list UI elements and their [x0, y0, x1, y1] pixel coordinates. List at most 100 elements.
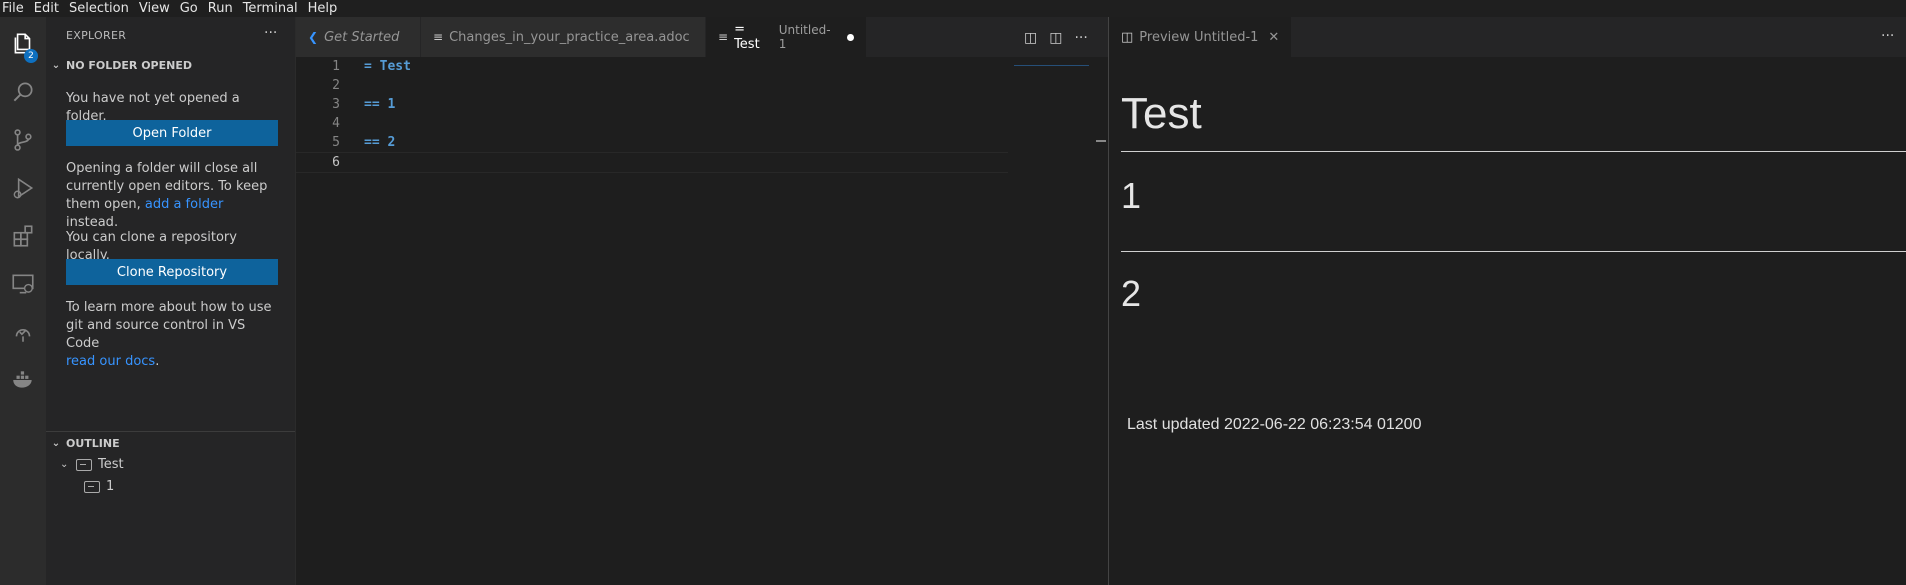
preview-title: Test	[1121, 89, 1202, 138]
preview-section-1: 1	[1121, 175, 1142, 216]
docs-line: To learn more about how to use	[66, 300, 272, 315]
extensions-activity[interactable]	[0, 213, 46, 259]
open-folder-button[interactable]: Open Folder	[66, 120, 278, 146]
remote-explorer-icon	[12, 274, 34, 294]
tab-description: Untitled-1	[778, 23, 831, 51]
overview-ruler-mark	[1096, 140, 1106, 142]
line-number: 6	[332, 155, 340, 170]
code-editor[interactable]: 1 = Test 2 3 == 1 4 5 == 2 6	[296, 57, 1108, 585]
outline-item-1[interactable]: 1	[84, 479, 114, 494]
title-rule	[1121, 151, 1906, 152]
line-number: 5	[332, 135, 340, 150]
remote-explorer-activity[interactable]	[0, 261, 46, 307]
close-icon[interactable]: ✕	[1268, 30, 1279, 45]
line-text: == 2	[364, 135, 396, 150]
search-icon	[13, 82, 33, 102]
more-actions-icon[interactable]: ···	[264, 25, 277, 41]
docker-activity[interactable]	[0, 357, 46, 403]
menu-run[interactable]: Run	[203, 0, 238, 17]
tab-label: Changes_in_your_practice_area.adoc	[449, 29, 690, 45]
menu-bar: File Edit Selection View Go Run Terminal…	[0, 0, 1906, 17]
menu-edit[interactable]: Edit	[29, 0, 64, 17]
menu-selection[interactable]: Selection	[64, 0, 134, 17]
line-number: 2	[332, 78, 340, 93]
outline-item-test[interactable]: ⌄ Test	[60, 457, 124, 472]
preview-tab-bar: ◫ Preview Untitled-1 ✕	[1109, 17, 1906, 57]
last-updated-footer: Last updated 2022-06-22 06:23:54 01200	[1127, 416, 1422, 433]
menu-help[interactable]: Help	[303, 0, 343, 17]
line-number: 3	[332, 97, 340, 112]
more-actions-icon[interactable]: ···	[1074, 30, 1087, 46]
warning-line: currently open editors. To keep	[66, 179, 268, 194]
run-debug-activity[interactable]	[0, 165, 46, 211]
code-line: 1 = Test	[296, 57, 1008, 76]
tab-label: Get Started	[324, 29, 400, 45]
tab-get-started[interactable]: ❮ Get Started	[296, 17, 421, 57]
file-lines-icon: ≡	[718, 30, 729, 44]
source-control-icon	[14, 129, 32, 151]
preview-icon: ◫	[1121, 29, 1134, 45]
open-folder-warning: Opening a folder will close all currentl…	[66, 160, 278, 232]
outline-item-label: Test	[98, 457, 124, 472]
outline-item-label: 1	[106, 479, 115, 494]
heading-symbol-icon	[76, 458, 92, 471]
run-debug-icon	[13, 177, 34, 199]
warning-line: instead.	[66, 215, 119, 230]
chevron-down-icon: ⌄	[51, 437, 61, 449]
minimap[interactable]	[1014, 65, 1089, 66]
docs-line: .	[155, 354, 160, 369]
dirty-indicator-icon[interactable]	[847, 33, 855, 41]
outline-header-label: OUTLINE	[66, 436, 120, 450]
menu-view[interactable]: View	[134, 0, 175, 17]
tab-preview-untitled-1[interactable]: ◫ Preview Untitled-1 ✕	[1109, 17, 1292, 57]
warning-line: Opening a folder will close all	[66, 161, 258, 176]
read-docs-link[interactable]: read our docs	[66, 354, 155, 369]
docs-message: To learn more about how to use git and s…	[66, 299, 278, 371]
testing-activity[interactable]	[0, 309, 46, 355]
open-preview-icon[interactable]: ◫	[1024, 30, 1037, 46]
tab-label: Preview Untitled-1	[1139, 29, 1259, 45]
editor-actions: ◫ ◫ ···	[1024, 30, 1088, 46]
add-folder-link[interactable]: add a folder	[145, 197, 223, 212]
search-activity[interactable]	[0, 69, 46, 115]
docker-icon	[13, 371, 32, 388]
line-number: 4	[332, 116, 340, 131]
no-folder-section-header[interactable]: ⌄ NO FOLDER OPENED	[46, 54, 295, 76]
preview-section-2: 2	[1121, 273, 1142, 314]
heading-symbol-icon	[84, 480, 100, 493]
sidebar-title: EXPLORER	[66, 29, 127, 42]
tab-label: = Test	[734, 22, 760, 52]
docs-line: git and source control in VS Code	[66, 318, 246, 351]
vscode-icon: ❮	[308, 30, 319, 44]
menu-terminal[interactable]: Terminal	[238, 0, 303, 17]
current-code-line: 6	[296, 152, 1008, 173]
file-lines-icon: ≡	[433, 30, 444, 44]
tab-changes-adoc[interactable]: ≡ Changes_in_your_practice_area.adoc	[421, 17, 706, 57]
editor-tab-bar: ❮ Get Started ≡ Changes_in_your_practice…	[296, 17, 1108, 57]
menu-file[interactable]: File	[0, 0, 29, 17]
warning-line: them open,	[66, 197, 141, 212]
code-line: 5 == 2	[296, 133, 1008, 152]
extensions-icon	[13, 225, 33, 247]
clone-repository-button[interactable]: Clone Repository	[66, 259, 278, 285]
testing-icon	[15, 329, 31, 342]
section-rule	[1121, 251, 1906, 252]
source-control-activity[interactable]	[0, 117, 46, 163]
tab-untitled-1[interactable]: ≡ = Test Untitled-1	[706, 17, 867, 57]
code-line: 2	[296, 76, 1008, 95]
code-line: 3 == 1	[296, 95, 1008, 114]
chevron-down-icon: ⌄	[51, 59, 61, 71]
split-editor-icon[interactable]: ◫	[1049, 30, 1062, 46]
more-actions-icon[interactable]: ···	[1881, 28, 1894, 44]
asciidoc-preview: Test 1 2 Last updated 2022-06-22 06:23:5…	[1109, 57, 1906, 585]
explorer-badge: 2	[24, 49, 38, 63]
line-text: = Test	[364, 59, 411, 74]
chevron-down-icon: ⌄	[60, 459, 69, 470]
menu-go[interactable]: Go	[175, 0, 203, 17]
explorer-sidebar: EXPLORER ··· ⌄ NO FOLDER OPENED You have…	[46, 17, 296, 585]
outline-section-header[interactable]: ⌄ OUTLINE	[46, 432, 295, 454]
code-line: 4	[296, 114, 1008, 133]
line-number: 1	[332, 59, 340, 74]
explorer-activity[interactable]: 2	[0, 21, 46, 67]
activity-bar: 2	[0, 17, 46, 585]
